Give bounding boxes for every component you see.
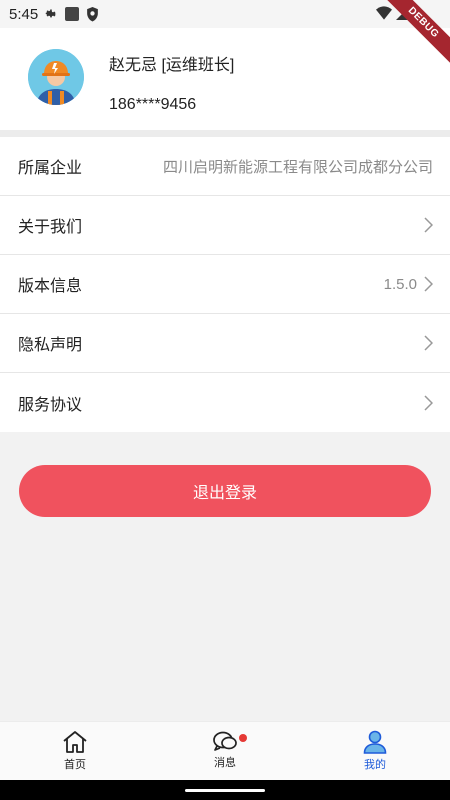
menu-item-terms[interactable]: 服务协议 <box>0 373 450 432</box>
nav-messages[interactable]: 消息 <box>195 730 255 770</box>
status-icons <box>44 6 99 22</box>
user-phone: 186****9456 <box>109 96 197 113</box>
profile-header: 赵无忌 [运维班长] 186****9456 <box>0 28 450 130</box>
status-bar: 5:45 <box>0 0 450 28</box>
user-name: 赵无忌 [运维班长] <box>109 57 235 74</box>
message-icon <box>213 731 237 751</box>
square-icon <box>65 7 80 21</box>
nav-profile[interactable]: 我的 <box>345 730 405 772</box>
home-icon <box>63 731 87 753</box>
menu-item-privacy[interactable]: 隐私声明 <box>0 314 450 373</box>
menu-item-company: 所属企业 四川启明新能源工程有限公司成都分公司 <box>0 137 450 196</box>
chevron-right-icon <box>424 217 433 233</box>
menu-item-label: 所属企业 <box>18 160 83 177</box>
wifi-icon <box>376 6 392 20</box>
gear-icon <box>45 9 57 18</box>
menu-item-label: 服务协议 <box>18 396 83 414</box>
menu-item-label: 关于我们 <box>18 219 83 236</box>
menu-item-about[interactable]: 关于我们 <box>0 196 450 255</box>
status-time: 5:45 <box>9 5 39 23</box>
shield-icon <box>87 6 99 21</box>
nav-label: 首页 <box>64 759 86 771</box>
menu-item-label: 版本信息 <box>18 278 83 295</box>
section-divider <box>0 130 450 137</box>
version-value: 1.5.0 <box>383 275 417 293</box>
gesture-handle[interactable] <box>185 789 265 792</box>
system-nav-bar <box>0 780 450 800</box>
logout-button[interactable]: 退出登录 <box>19 465 431 517</box>
worker-avatar-icon <box>28 49 84 105</box>
company-value: 四川启明新能源工程有限公司成都分公司 <box>162 158 433 176</box>
menu-item-version[interactable]: 版本信息 1.5.0 <box>0 255 450 314</box>
settings-list: 所属企业 四川启明新能源工程有限公司成都分公司 关于我们 版本信息 1.5.0 … <box>0 137 450 432</box>
bottom-nav: 首页 消息 我的 <box>0 721 450 780</box>
nav-home[interactable]: 首页 <box>45 730 105 772</box>
nav-label: 消息 <box>214 757 236 769</box>
chevron-right-icon <box>424 335 433 351</box>
chevron-right-icon <box>424 394 433 411</box>
menu-item-label: 隐私声明 <box>18 337 83 354</box>
nav-label: 我的 <box>364 759 386 771</box>
avatar[interactable] <box>28 49 84 105</box>
user-icon <box>363 730 387 754</box>
unread-badge <box>239 734 247 742</box>
chevron-right-icon <box>424 276 433 292</box>
